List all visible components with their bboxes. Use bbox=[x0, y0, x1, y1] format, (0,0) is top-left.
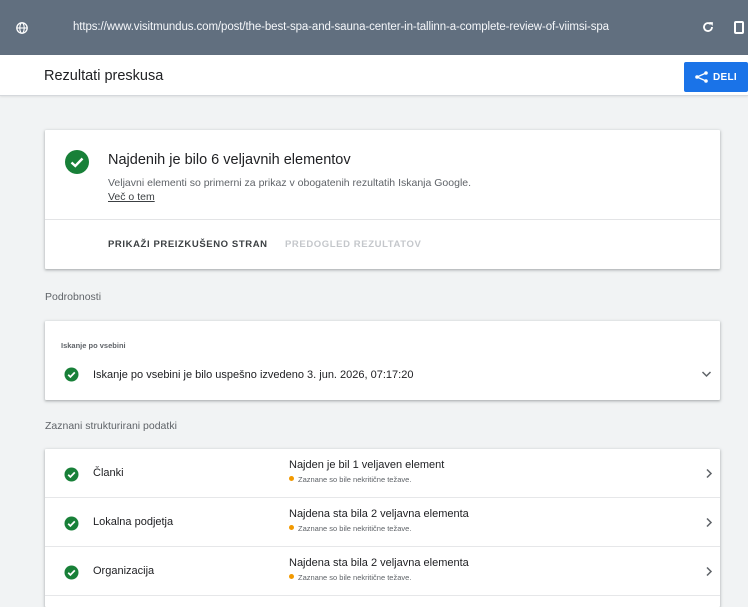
row-warning-text: Zaznane so bile nekritične težave. bbox=[298, 475, 412, 484]
check-circle-icon bbox=[64, 516, 79, 531]
share-label: DELI bbox=[713, 72, 737, 83]
url-text[interactable]: https://www.visitmundus.com/post/the-bes… bbox=[73, 21, 609, 33]
check-circle-icon bbox=[64, 565, 79, 580]
learn-more-link[interactable]: Več o tem bbox=[108, 191, 155, 203]
table-row[interactable]: Članki Najden je bil 1 veljaven element … bbox=[45, 449, 720, 498]
row-name: Lokalna podjetja bbox=[93, 516, 174, 528]
summary-description: Veljavni elementi so primerni za prikaz … bbox=[108, 177, 472, 189]
crawl-card[interactable]: Iskanje po vsebini Iskanje po vsebini je… bbox=[45, 321, 720, 400]
row-status: Najdena sta bila 2 veljavna elementa bbox=[289, 508, 469, 520]
summary-card: Najdenih je bilo 6 veljavnih elementov V… bbox=[45, 130, 720, 269]
globe-icon[interactable] bbox=[16, 22, 28, 34]
share-icon bbox=[695, 71, 708, 83]
summary-headline: Najdenih je bilo 6 veljavnih elementov bbox=[108, 152, 351, 168]
table-row[interactable]: Lokalna podjetja Najdena sta bila 2 velj… bbox=[45, 498, 720, 547]
chevron-right-icon[interactable] bbox=[705, 517, 713, 528]
page-title: Rezultati preskusa bbox=[44, 68, 164, 84]
row-warning-note: Zaznane so bile nekritične težave. bbox=[289, 524, 411, 533]
warning-dot-icon bbox=[289, 525, 294, 530]
warning-dot-icon bbox=[289, 574, 294, 579]
chevron-down-icon[interactable] bbox=[701, 370, 712, 378]
divider bbox=[45, 219, 720, 220]
tabs-icon[interactable] bbox=[734, 21, 744, 34]
check-circle-icon bbox=[64, 467, 79, 482]
row-warning-note: Zaznane so bile nekritične težave. bbox=[289, 573, 411, 582]
results-header: Rezultati preskusa bbox=[0, 55, 748, 96]
chevron-right-icon[interactable] bbox=[705, 468, 713, 479]
crawl-subheading: Iskanje po vsebini bbox=[61, 341, 126, 350]
row-warning-text: Zaznane so bile nekritične težave. bbox=[298, 524, 412, 533]
reload-icon[interactable] bbox=[702, 21, 714, 33]
check-circle-icon bbox=[64, 367, 79, 382]
share-button[interactable]: DELI bbox=[684, 62, 748, 92]
row-warning-note: Zaznane so bile nekritične težave. bbox=[289, 475, 411, 484]
row-name: Članki bbox=[93, 467, 124, 479]
table-row[interactable]: Organizacija Najdena sta bila 2 veljavna… bbox=[45, 547, 720, 596]
row-status: Najdena sta bila 2 veljavna elementa bbox=[289, 557, 469, 569]
check-circle-icon bbox=[65, 150, 89, 174]
row-status: Najden je bil 1 veljaven element bbox=[289, 459, 445, 471]
structured-data-card: Članki Najden je bil 1 veljaven element … bbox=[45, 449, 720, 607]
view-tested-page-button[interactable]: PRIKAŽI PREIZKUŠENO STRAN bbox=[108, 239, 268, 250]
structured-data-section-label: Zaznani strukturirani podatki bbox=[45, 420, 177, 432]
details-section-label: Podrobnosti bbox=[45, 291, 102, 303]
warning-dot-icon bbox=[289, 476, 294, 481]
chevron-right-icon[interactable] bbox=[705, 566, 713, 577]
crawl-status-text: Iskanje po vsebini je bilo uspešno izved… bbox=[93, 369, 414, 381]
browser-url-bar: https://www.visitmundus.com/post/the-bes… bbox=[0, 0, 748, 55]
row-name: Organizacija bbox=[93, 565, 155, 577]
preview-results-button[interactable]: PREDOGLED REZULTATOV bbox=[285, 239, 421, 250]
row-warning-text: Zaznane so bile nekritične težave. bbox=[298, 573, 412, 582]
